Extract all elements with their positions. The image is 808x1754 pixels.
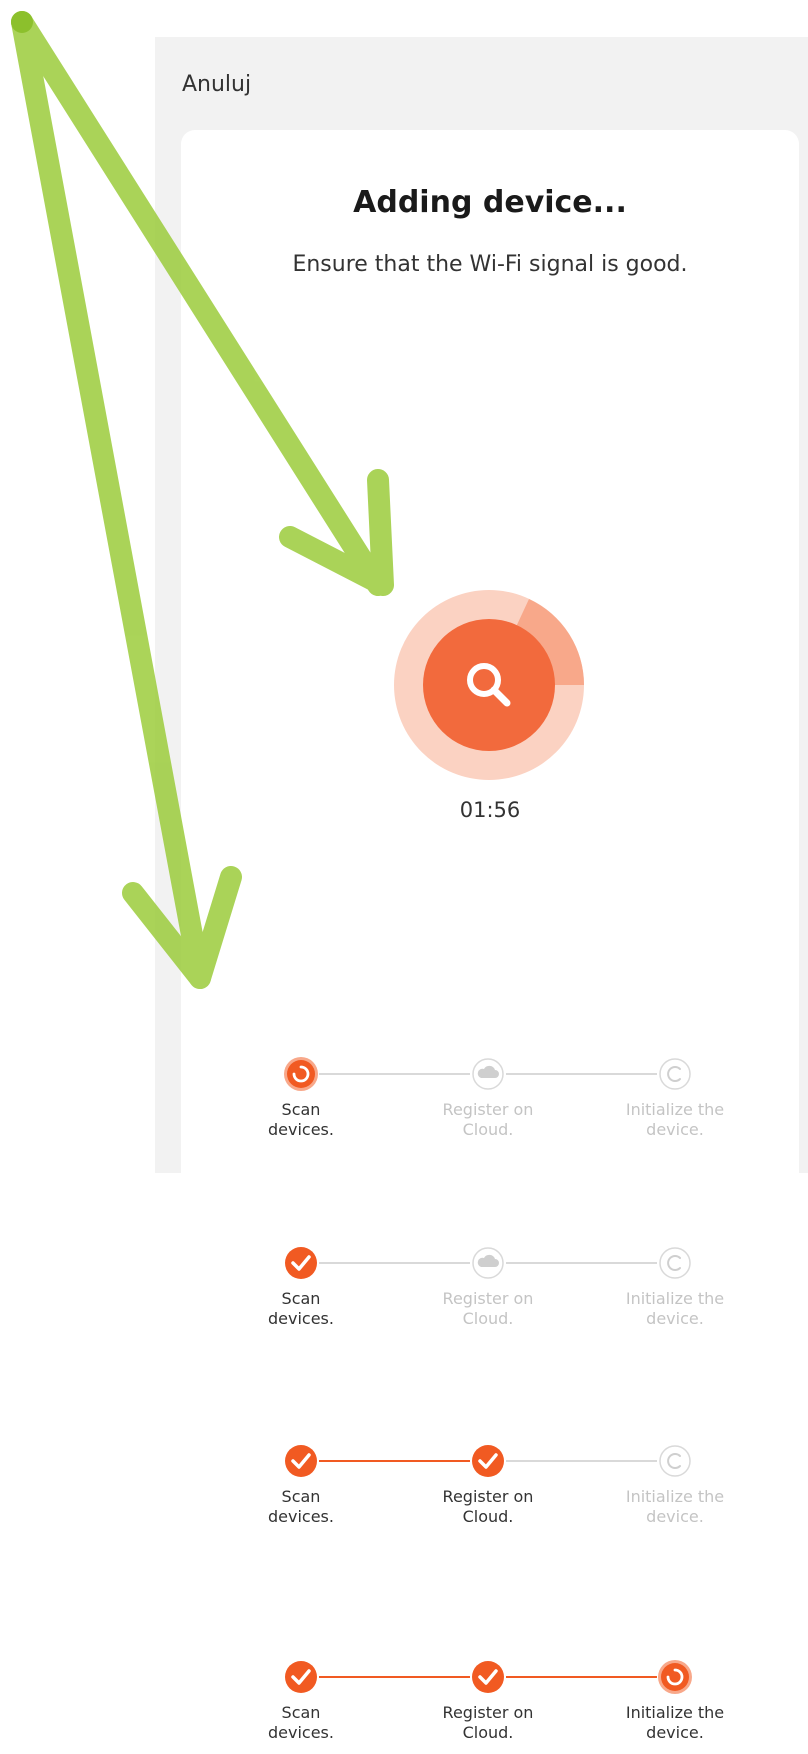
step-node-scan-devices (283, 1659, 319, 1695)
initialize-icon (659, 1058, 691, 1090)
step-label-initialize-device: Initialize the device. (605, 1703, 745, 1743)
step-label-text: device. (646, 1120, 704, 1139)
step-connector (319, 1676, 470, 1678)
step-label-initialize-device: Initialize the device. (605, 1289, 745, 1329)
check-icon (472, 1661, 504, 1693)
page-title: Adding device... (353, 185, 627, 220)
step-label-text: Register on (442, 1703, 534, 1722)
step-node-register-cloud (470, 1659, 506, 1695)
step-label-text: Register on (442, 1289, 534, 1308)
step-connector (319, 1262, 470, 1264)
step-label-text: device. (646, 1309, 704, 1328)
step-label-initialize-device: Initialize the device. (605, 1100, 745, 1140)
loading-spinner-icon (284, 1057, 318, 1091)
progress-steps-2: Scan devices. Register on Cloud. Initialize … (155, 1245, 724, 1340)
step-label-text: devices. (268, 1507, 334, 1526)
step-label-text: Scan (281, 1100, 321, 1119)
step-label-text: devices. (268, 1723, 334, 1742)
step-node-initialize-device (657, 1056, 693, 1092)
step-label-scan-devices: Scan devices. (231, 1487, 371, 1527)
step-node-scan-devices (283, 1245, 319, 1281)
step-label-register-cloud: Register on Cloud. (418, 1703, 558, 1743)
step-node-register-cloud (470, 1056, 506, 1092)
progress-steps-1: Scan devices. Register on Cloud. Initialize … (155, 1056, 724, 1151)
step-label-register-cloud: Register on Cloud. (418, 1100, 558, 1140)
step-connector (319, 1460, 470, 1462)
countdown-timer: 01:56 (459, 798, 521, 822)
step-node-scan-devices (283, 1443, 319, 1479)
progress-steps-4: Scan devices. Register on Cloud. Initialize … (155, 1659, 724, 1754)
step-label-text: Register on (442, 1487, 534, 1506)
step-label-text: Initialize the (625, 1100, 725, 1119)
cloud-icon (472, 1058, 504, 1090)
step-label-text: Initialize the (625, 1289, 725, 1308)
check-icon (472, 1445, 504, 1477)
step-label-scan-devices: Scan devices. (231, 1289, 371, 1329)
step-connector (506, 1676, 657, 1678)
step-label-register-cloud: Register on Cloud. (418, 1289, 558, 1329)
phone-screen: Anuluj Adding device... Ensure that the … (155, 37, 808, 1190)
step-label-text: device. (646, 1723, 704, 1742)
scanner-core (423, 619, 555, 751)
adding-device-card: Adding device... Ensure that the Wi-Fi s… (181, 130, 799, 1190)
step-label-text: Scan (281, 1487, 321, 1506)
scanner-animation (394, 590, 584, 780)
step-connector (319, 1073, 470, 1075)
step-label-text: devices. (268, 1309, 334, 1328)
step-connector (506, 1460, 657, 1462)
step-label-text: devices. (268, 1120, 334, 1139)
step-label-text: Scan (281, 1289, 321, 1308)
initialize-icon (659, 1445, 691, 1477)
step-label-scan-devices: Scan devices. (231, 1100, 371, 1140)
step-connector (506, 1073, 657, 1075)
step-label-text: Cloud. (462, 1120, 514, 1139)
step-label-scan-devices: Scan devices. (231, 1703, 371, 1743)
step-node-initialize-device (657, 1659, 693, 1695)
step-connector (506, 1262, 657, 1264)
annotation-origin-dot (11, 11, 33, 33)
step-label-initialize-device: Initialize the device. (605, 1487, 745, 1527)
step-node-initialize-device (657, 1245, 693, 1281)
step-node-register-cloud (470, 1443, 506, 1479)
step-label-text: Scan (281, 1703, 321, 1722)
step-label-text: Cloud. (462, 1723, 514, 1742)
check-icon (285, 1247, 317, 1279)
step-node-initialize-device (657, 1443, 693, 1479)
check-icon (285, 1445, 317, 1477)
step-label-text: Register on (442, 1100, 534, 1119)
cloud-icon (472, 1247, 504, 1279)
page-subtitle: Ensure that the Wi-Fi signal is good. (292, 252, 688, 277)
loading-spinner-icon (658, 1660, 692, 1694)
check-icon (285, 1661, 317, 1693)
step-node-register-cloud (470, 1245, 506, 1281)
cancel-button[interactable]: Anuluj (182, 72, 251, 97)
step-node-scan-devices (283, 1056, 319, 1092)
step-label-text: Cloud. (462, 1507, 514, 1526)
step-label-text: Initialize the (625, 1487, 725, 1506)
initialize-icon (659, 1247, 691, 1279)
step-label-register-cloud: Register on Cloud. (418, 1487, 558, 1527)
step-label-text: Initialize the (625, 1703, 725, 1722)
progress-steps-3: Scan devices. Register on Cloud. Initialize … (155, 1443, 724, 1538)
step-label-text: Cloud. (462, 1309, 514, 1328)
step-label-text: device. (646, 1507, 704, 1526)
